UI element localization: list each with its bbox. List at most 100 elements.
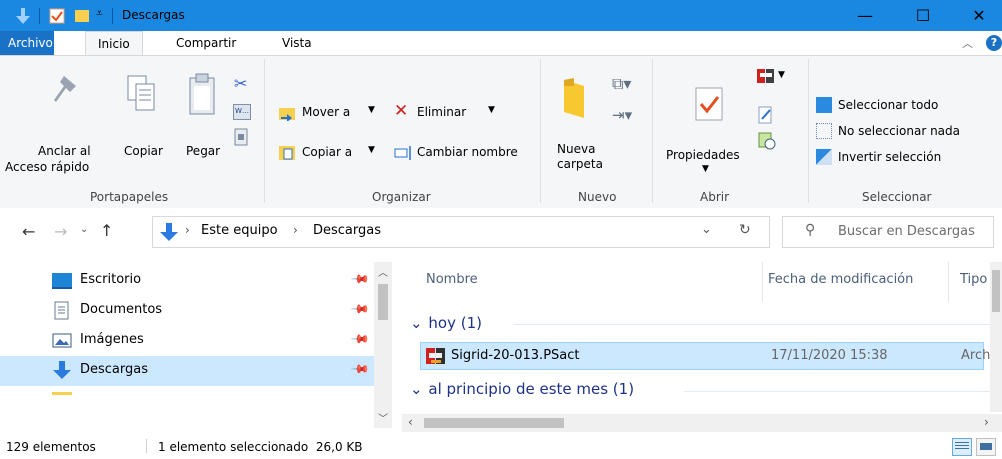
select-none-label: No seleccionar nada — [838, 124, 960, 138]
new-folder-large-icon — [564, 78, 584, 118]
open-app-icon[interactable] — [756, 68, 776, 84]
maximize-button[interactable]: ☐ — [900, 0, 946, 31]
delete-x-icon: ✕ — [394, 101, 409, 121]
tab-compartir[interactable]: Compartir — [164, 31, 248, 55]
copy-path-icon[interactable]: W… — [233, 104, 251, 120]
history-icon[interactable] — [758, 132, 776, 150]
folder-icon — [52, 392, 72, 395]
refresh-icon[interactable]: ↻ — [739, 222, 751, 238]
minimize-button[interactable]: — — [842, 0, 888, 31]
group-label-nuevo: Nuevo — [578, 190, 617, 204]
scroll-left-icon[interactable]: ‹ — [408, 415, 413, 429]
breadcrumb-separator: › — [185, 223, 190, 237]
customize-toolbar-chevron-icon[interactable]: ⩡ — [96, 6, 103, 21]
nav-item-documentos[interactable]: Documentos 📌 — [0, 296, 392, 326]
file-list-vertical-scrollbar[interactable] — [990, 262, 1002, 412]
details-view-icon[interactable] — [952, 438, 972, 456]
column-header-name[interactable]: Nombre — [426, 272, 478, 287]
copy-to-label: Copiar a — [302, 145, 353, 159]
help-icon[interactable]: ? — [986, 35, 1002, 51]
group-divider — [684, 391, 990, 392]
nav-item-imagenes[interactable]: Imágenes 📌 — [0, 326, 392, 356]
pin-icon[interactable]: 📌 — [350, 359, 370, 379]
paste-shortcut-icon[interactable] — [234, 128, 248, 146]
new-item-icon[interactable]: ⧉▾ — [612, 74, 631, 94]
new-folder-icon[interactable] — [74, 8, 90, 24]
collapse-ribbon-icon[interactable]: ︿ — [962, 35, 973, 51]
rename-label: Cambiar nombre — [417, 145, 518, 159]
desktop-icon — [52, 273, 72, 289]
easy-access-icon[interactable]: ⇥▾ — [612, 106, 632, 124]
scrollbar-thumb[interactable] — [992, 270, 1000, 312]
properties-label: Propiedades — [666, 148, 740, 162]
properties-check-icon[interactable] — [49, 8, 65, 24]
select-all-icon — [816, 97, 832, 113]
scroll-right-icon[interactable]: › — [984, 415, 989, 429]
pin-icon[interactable]: 📌 — [350, 299, 370, 319]
search-box[interactable]: ⚲ Buscar en Descargas — [782, 216, 994, 248]
group-header-label: hoy (1) — [428, 314, 482, 332]
recent-locations-chevron-icon[interactable]: ⌄ — [80, 224, 88, 235]
psact-file-icon — [426, 348, 445, 364]
rename-icon — [394, 146, 411, 160]
group-header-hoy[interactable]: ⌄ hoy (1) — [410, 314, 482, 332]
status-bar: 129 elementos 1 elemento seleccionado 26… — [0, 434, 1002, 459]
back-arrow-icon[interactable]: ← — [22, 222, 35, 241]
title-bar: ⩡ Descargas — ☐ ✕ — [0, 0, 1002, 31]
nav-label: Descargas — [80, 362, 149, 377]
new-folder-label: Nueva — [557, 142, 596, 156]
scrollbar-thumb[interactable] — [424, 418, 564, 428]
new-folder-button[interactable]: Nueva carpeta — [552, 70, 604, 180]
breadcrumb-descargas[interactable]: Descargas — [313, 223, 381, 238]
column-divider[interactable] — [948, 262, 949, 302]
properties-button[interactable]: Propiedades ▼ — [662, 70, 750, 180]
scroll-down-icon[interactable]: ﹀ — [378, 410, 388, 425]
downloads-icon — [53, 361, 71, 379]
pin-label-2: Acceso rápido — [5, 160, 90, 174]
item-count: 129 elementos — [6, 440, 96, 454]
up-arrow-icon[interactable]: ↑ — [100, 221, 113, 240]
address-bar[interactable]: › Este equipo › Descargas ⌄ ↻ — [152, 216, 770, 248]
column-header-type[interactable]: Tipo — [960, 272, 987, 287]
group-header-principio-mes[interactable]: ⌄ al principio de este mes (1) — [410, 380, 634, 398]
paste-button[interactable]: Pegar — [172, 70, 224, 170]
pin-icon — [54, 76, 76, 102]
column-header-date[interactable]: Fecha de modificación — [768, 272, 913, 287]
chevron-down-icon: ▼ — [368, 145, 375, 155]
group-divider — [514, 324, 990, 325]
properties-check-large-icon — [695, 87, 723, 121]
pin-icon[interactable]: 📌 — [350, 269, 370, 289]
column-divider[interactable] — [762, 262, 763, 302]
downloads-icon — [160, 223, 178, 241]
nav-item-escritorio[interactable]: Escritorio 📌 — [0, 266, 392, 296]
ribbon: Anclar al Acceso rápido Copiar Pegar ✂ W… — [0, 55, 1002, 209]
scroll-up-icon[interactable]: ︿ — [378, 264, 388, 279]
nav-scrollbar[interactable]: ︿ ﹀ — [374, 262, 392, 428]
chevron-down-icon[interactable]: ▼ — [778, 70, 785, 80]
cut-scissors-icon[interactable]: ✂ — [234, 74, 247, 93]
file-list-horizontal-scrollbar[interactable]: ‹ › — [402, 414, 1002, 432]
tab-inicio[interactable]: Inicio — [85, 31, 143, 56]
search-placeholder: Buscar en Descargas — [838, 224, 975, 239]
copy-button[interactable]: Copiar — [118, 70, 168, 170]
move-to-label: Mover a — [302, 105, 351, 119]
forward-arrow-icon[interactable]: → — [54, 222, 67, 241]
tab-archivo[interactable]: Archivo — [0, 31, 54, 55]
nav-item-descargas[interactable]: Descargas 📌 — [0, 356, 392, 386]
pin-icon[interactable]: 📌 — [350, 329, 370, 349]
chevron-down-icon: ▼ — [488, 105, 495, 115]
large-icons-view-icon[interactable] — [976, 438, 996, 456]
close-button[interactable]: ✕ — [956, 0, 1002, 31]
group-header-label: al principio de este mes (1) — [428, 380, 635, 398]
breadcrumb-este-equipo[interactable]: Este equipo — [201, 223, 278, 238]
file-row[interactable]: Sigrid-20-013.PSact 17/11/2020 15:38 Arc… — [420, 342, 990, 370]
download-arrow-icon[interactable] — [14, 7, 32, 25]
file-type: Arch — [961, 348, 991, 363]
scrollbar-thumb[interactable] — [378, 284, 388, 320]
group-separator — [264, 59, 265, 203]
edit-icon[interactable] — [758, 106, 774, 124]
tab-vista[interactable]: Vista — [270, 31, 324, 55]
address-history-chevron-icon[interactable]: ⌄ — [701, 222, 712, 237]
chevron-down-icon: ▼ — [368, 105, 375, 115]
file-name: Sigrid-20-013.PSact — [451, 348, 580, 363]
